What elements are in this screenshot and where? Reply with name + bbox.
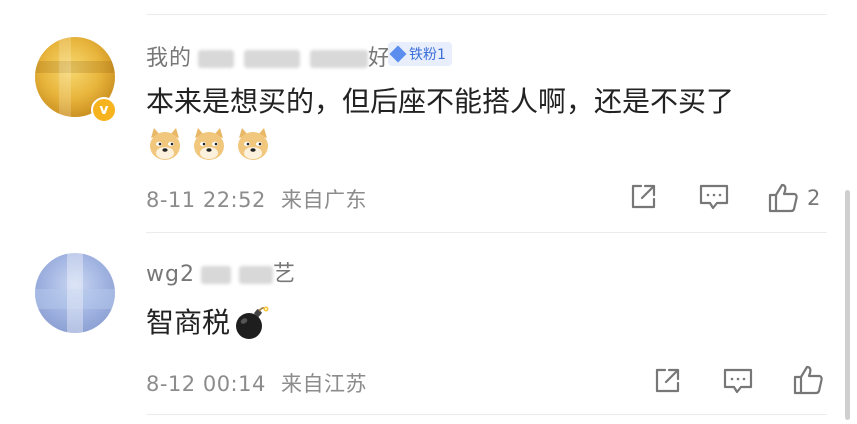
top-divider [146,14,827,15]
fan-badge-label: 铁粉1 [409,47,446,63]
location: 来自广东 [281,188,368,212]
share-button[interactable] [628,182,658,212]
doge-emoji-icon [194,128,224,160]
username-redacted [310,50,369,68]
fan-badge[interactable]: 铁粉1 [388,42,452,66]
thumbs-up-icon [793,365,823,395]
bomb-emoji-icon [236,306,269,339]
comment-text: 智商税 [146,304,270,342]
reply-button[interactable] [722,366,754,396]
username-redacted [200,266,231,284]
comment-divider [146,232,827,233]
share-icon [655,368,680,393]
avatar[interactable] [35,253,115,333]
comment-text-body: 智商税 [146,306,231,339]
username-text: wg2 [146,262,195,287]
username-text: 我的 [146,46,193,71]
comment-meta: 8-11 22:52 来自广东 [146,184,367,214]
comment-meta: 8-12 00:14 来自江苏 [146,368,367,398]
username-text: 艺 [272,262,296,287]
timestamp: 8-11 22:52 [146,188,266,212]
diamond-icon [389,45,407,63]
doge-emoji-icon [238,128,268,160]
username-redacted [238,266,273,284]
share-icon [631,184,656,209]
thumbs-up-icon [768,183,798,213]
scrollbar[interactable] [845,190,850,420]
username[interactable]: 我的好 [146,40,391,72]
username[interactable]: wg2 艺 [146,256,296,288]
like-count: 2 [807,186,821,210]
comment-divider [146,414,827,415]
comment-text: 本来是想买的，但后座不能搭人啊，还是不买了 [146,85,735,118]
comment-icon [723,368,753,394]
comment-icon [699,184,729,210]
like-button[interactable] [792,364,832,396]
like-button[interactable]: 2 [767,182,820,214]
username-redacted [198,50,235,68]
verified-badge-icon: v [91,97,117,123]
username-redacted [244,50,301,68]
reply-button[interactable] [698,182,730,212]
share-button[interactable] [652,366,682,396]
timestamp: 8-12 00:14 [146,372,266,396]
emoji-row [146,126,272,162]
location: 来自江苏 [281,372,368,396]
doge-emoji-icon [150,128,180,160]
